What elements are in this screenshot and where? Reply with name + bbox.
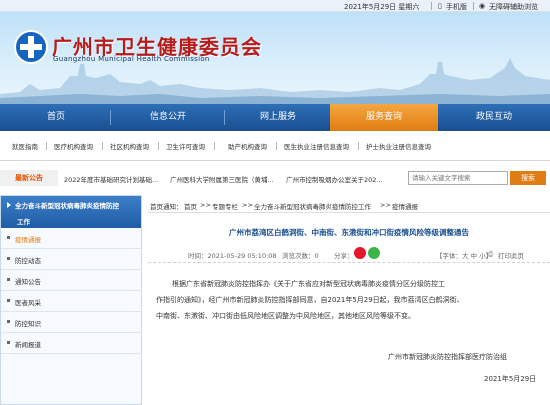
mobile-version-link[interactable]: 手机版 — [446, 2, 467, 12]
sidebar-item-medical-staff[interactable]: 医者风采 — [1, 291, 141, 312]
sidebar: 全力奋斗新型冠状病毒肺炎疫情防控 工作 疫情通报 防控动态 通知公告 医者风采 … — [0, 195, 142, 405]
breadcrumb-epidemic-report[interactable]: 疫情通报 — [392, 201, 418, 211]
sidebar-heading-line2: 工作 — [17, 218, 30, 226]
nav-info-disclosure[interactable]: 信息公开 — [120, 104, 216, 131]
sidebar-item-label: 疫情通报 — [15, 236, 41, 244]
breadcrumb-home[interactable]: 首页 — [184, 201, 197, 211]
breadcrumb-separator: >> — [242, 201, 253, 209]
article-signature: 广州市新冠肺炎防控指挥部医疗防治组 — [388, 353, 507, 361]
print-page-link[interactable]: 打印此页 — [498, 250, 524, 260]
breadcrumb-covid-topic[interactable]: 全力奋斗新型冠状病毒肺炎疫情防控工作 — [254, 201, 371, 211]
sidebar-item-prevention-knowledge[interactable]: 防控知识 — [1, 312, 141, 333]
bullet-icon — [7, 341, 10, 344]
breadcrumb-separator: >> — [380, 201, 391, 209]
divider — [431, 2, 432, 10]
share-label: 分享： — [334, 252, 354, 260]
subnav-midwifery-institution-query[interactable]: 助产机构查询 — [228, 141, 267, 151]
accessible-browsing-link[interactable]: 无障碍辅助浏览 — [489, 2, 538, 12]
divider — [473, 2, 474, 10]
nav-gov-interaction[interactable]: 政民互动 — [444, 104, 544, 131]
notice-item[interactable]: 2022年度市基础研究计划基础... — [64, 174, 158, 184]
main-navigation: 首页 信息公开 网上服务 服务查询 政民互动 — [0, 104, 550, 131]
subnav-community-institution-query[interactable]: 社区机构查询 — [110, 141, 149, 151]
subnav-divider — [102, 142, 103, 150]
sidebar-item-label: 通知公告 — [15, 278, 41, 286]
subnav-divider — [214, 142, 215, 150]
mobile-icon: ▯ — [438, 2, 442, 10]
article-title: 广州市荔湾区白鹤洞街、中南街、东漖街和冲口街疫情风险等级调整通告 — [229, 228, 469, 237]
sidebar-item-prevention-news[interactable]: 防控动态 — [1, 249, 141, 270]
breadcrumb-special-topics[interactable]: 专题专栏 — [212, 201, 238, 211]
current-date: 2021年5月29日 星期六 — [344, 3, 420, 11]
breadcrumb-label: 首页通知： — [150, 203, 183, 211]
notice-item[interactable]: 广州市控制吸烟办公室关于202... — [286, 174, 383, 184]
bullet-icon — [7, 299, 10, 302]
subnav-medical-institution-query[interactable]: 医疗机构查询 — [54, 141, 93, 151]
sidebar-item-label: 新闻报道 — [15, 341, 41, 349]
header-banner: 广州市卫生健康委员会 Guangzhou Municipal Health Co… — [0, 12, 550, 104]
printer-icon: ⎙ — [488, 250, 494, 258]
notice-item[interactable]: 广州医科大学附属第三医院（黄埔... — [170, 174, 274, 184]
publish-time: 时间：2021-05-29 05:10:08 — [188, 252, 277, 260]
breadcrumb-separator: >> — [200, 201, 211, 209]
subnav-health-license-query[interactable]: 卫生许可查询 — [166, 141, 205, 151]
bullet-icon — [7, 320, 10, 323]
article-paragraph-line: 中南街、东漖街、冲口街由低风险地区调整为中风险地区，其他地区风险等级不变。 — [156, 312, 415, 320]
latest-notice-bar: 最新公告 2022年度市基础研究计划基础... 广州医科大学附属第三医院（黄埔.… — [0, 167, 550, 189]
city-skyline-illustration — [0, 58, 550, 104]
top-info-bar: 2021年5月29日 星期六 ▯ 手机版 ◉ 无障碍辅助浏览 — [0, 0, 550, 12]
breadcrumb: 首页通知： 首页 >> 专题专栏 >> 全力奋斗新型冠状病毒肺炎疫情防控工作 >… — [148, 197, 550, 213]
nav-service-query[interactable]: 服务查询 — [330, 104, 438, 131]
article-meta: 时间：2021-05-29 05:10:08 浏览次数：0 分享： 【字体：大 … — [148, 245, 550, 263]
weibo-share-icon[interactable] — [354, 247, 366, 259]
sidebar-item-notices[interactable]: 通知公告 — [1, 270, 141, 291]
sub-navigation: 就医指南 医疗机构查询 社区机构查询 卫生许可查询 助产机构查询 医生执业注册信… — [0, 131, 550, 161]
nav-divider — [110, 110, 111, 125]
search-input[interactable]: 请输入关键文字搜索 — [408, 171, 508, 185]
article-paragraph-line: 根据广东省新冠肺炎防控指挥办《关于广东省应对新型冠状病毒肺炎疫情分区分级防控工 — [172, 280, 445, 288]
nav-home[interactable]: 首页 — [12, 104, 100, 131]
subnav-doctor-registration-query[interactable]: 医生执业注册信息查询 — [284, 141, 349, 151]
sidebar-item-label: 防控知识 — [15, 320, 41, 328]
subnav-medical-guide[interactable]: 就医指南 — [12, 141, 38, 151]
nav-divider — [224, 110, 225, 125]
subnav-divider — [46, 142, 47, 150]
font-size-selector[interactable]: 【字体：大 中 小】 — [436, 250, 492, 260]
sidebar-heading-line1: 全力奋斗新型冠状病毒肺炎疫情防控 — [15, 202, 119, 210]
article-paragraph-line: 作指引的通知》，经广州市新冠肺炎防控指挥部同意，自2021年5月29日起，我市荔… — [156, 296, 464, 304]
sidebar-heading: 全力奋斗新型冠状病毒肺炎疫情防控 工作 — [1, 196, 141, 228]
wechat-share-icon[interactable] — [368, 247, 380, 259]
sidebar-item-epidemic-report[interactable]: 疫情通报 — [1, 228, 141, 249]
article-date: 2021年5月29日 — [484, 375, 537, 383]
view-count: 浏览次数：0 — [282, 252, 319, 260]
subnav-divider — [358, 142, 359, 150]
search-button[interactable]: 搜索 — [510, 171, 546, 185]
sidebar-item-label: 医者风采 — [15, 299, 41, 307]
latest-notice-label: 最新公告 — [0, 170, 58, 186]
sidebar-item-label: 防控动态 — [15, 257, 41, 265]
nav-online-service[interactable]: 网上服务 — [232, 104, 324, 131]
sidebar-item-news-reports[interactable]: 新闻报道 — [1, 333, 141, 354]
subnav-nurse-registration-query[interactable]: 护士执业注册信息查询 — [366, 141, 431, 151]
triangle-icon — [7, 202, 11, 208]
subnav-divider — [276, 142, 277, 150]
bullet-icon — [7, 278, 10, 281]
bullet-icon — [7, 236, 10, 239]
bullet-icon — [7, 257, 10, 260]
subnav-divider — [158, 142, 159, 150]
accessibility-icon: ◉ — [479, 2, 486, 10]
